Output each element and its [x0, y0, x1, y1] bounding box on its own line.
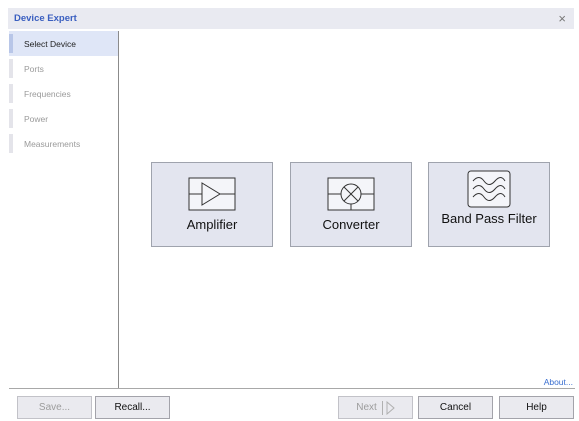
step-label: Ports — [24, 63, 44, 74]
cancel-button[interactable]: Cancel — [418, 396, 493, 419]
save-button[interactable]: Save... — [17, 396, 92, 419]
band-pass-filter-label: Band Pass Filter — [441, 211, 537, 226]
device-selection-panel: Amplifier Converter Band Pass Filter Abo… — [120, 31, 575, 388]
step-select-device[interactable]: Select Device — [9, 31, 118, 56]
wizard-steps-sidebar: Select Device Ports Frequencies Power Me… — [9, 31, 119, 388]
next-label: Next — [356, 402, 377, 413]
step-label: Power — [24, 113, 49, 124]
recall-button[interactable]: Recall... — [95, 396, 170, 419]
converter-label: Converter — [322, 217, 380, 232]
step-label: Measurements — [24, 138, 81, 149]
amplifier-tile-button[interactable]: Amplifier — [151, 162, 273, 247]
close-icon[interactable]: × — [558, 12, 566, 25]
next-arrow-icon — [381, 400, 395, 415]
amplifier-label: Amplifier — [186, 217, 238, 232]
converter-tile-button[interactable]: Converter — [290, 162, 412, 247]
step-power[interactable]: Power — [9, 106, 118, 131]
band-pass-filter-tile-button[interactable]: Band Pass Filter — [428, 162, 550, 247]
step-label: Select Device — [24, 38, 76, 49]
bandpass-filter-icon — [467, 170, 511, 208]
mixer-icon — [327, 177, 375, 211]
next-button[interactable]: Next — [338, 396, 413, 419]
step-ports[interactable]: Ports — [9, 56, 118, 81]
step-label: Frequencies — [24, 88, 71, 99]
amplifier-icon — [188, 177, 236, 211]
help-button[interactable]: Help — [499, 396, 574, 419]
step-frequencies[interactable]: Frequencies — [9, 81, 118, 106]
about-link[interactable]: About... — [544, 377, 573, 387]
step-measurements[interactable]: Measurements — [9, 131, 118, 156]
title-bar: Device Expert × — [8, 8, 574, 29]
window-title: Device Expert — [14, 13, 77, 24]
footer-divider — [9, 388, 575, 389]
